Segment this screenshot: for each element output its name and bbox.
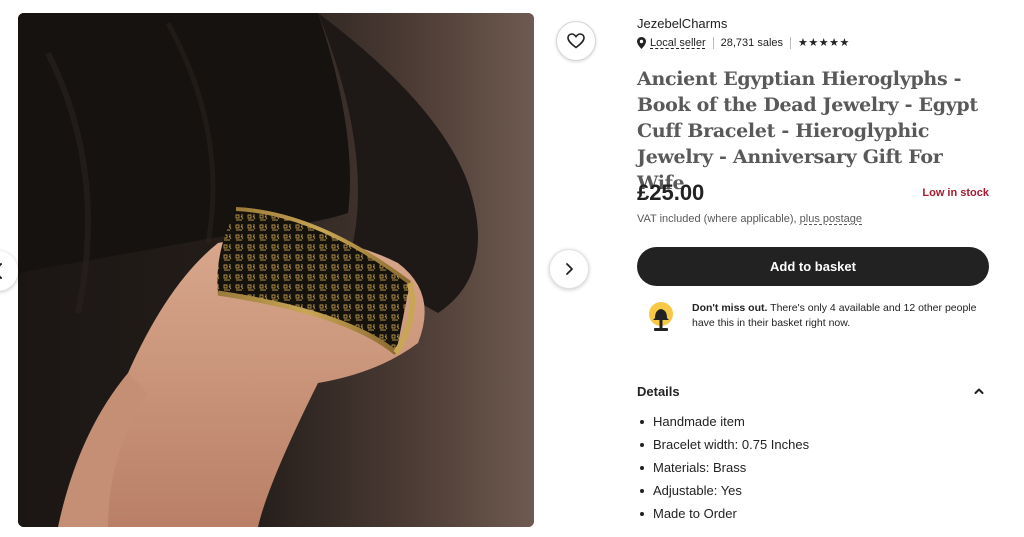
scarcity-alert: Don't miss out. There's only 4 available… (637, 298, 989, 334)
local-seller-link[interactable]: Local seller (650, 37, 706, 49)
list-item: Bracelet width: 0.75 Inches (637, 436, 989, 459)
previous-image-button[interactable] (0, 251, 18, 291)
chevron-left-icon (0, 263, 2, 279)
stock-status-badge: Low in stock (922, 187, 989, 199)
star-rating[interactable]: ★★★★★ (798, 36, 850, 49)
details-heading: Details (637, 383, 680, 399)
listing-title: Ancient Egyptian Hieroglyphs - Book of t… (637, 68, 978, 194)
bullet (640, 443, 644, 447)
shop-name-link[interactable]: JezebelCharms (637, 16, 727, 31)
scarcity-message: Don't miss out. There's only 4 available… (692, 298, 982, 334)
list-item: Materials: Brass (637, 459, 989, 482)
map-pin-icon (637, 36, 646, 49)
chevron-right-icon (566, 263, 573, 275)
detail-text: Bracelet width: 0.75 Inches (653, 437, 810, 452)
favorite-button[interactable] (556, 21, 596, 61)
detail-text: Materials: Brass (653, 460, 747, 475)
postage-link[interactable]: plus postage (800, 213, 862, 225)
vat-note: VAT included (where applicable), plus po… (637, 213, 862, 225)
details-toggle[interactable]: Details (637, 375, 989, 407)
chevron-up-icon (974, 388, 984, 394)
scarcity-bold: Don't miss out. (692, 302, 768, 314)
product-image[interactable] (18, 13, 534, 527)
detail-text: Made to Order (653, 506, 737, 521)
sales-count: 28,731 sales (720, 36, 784, 49)
divider (712, 36, 714, 49)
bullet (640, 489, 644, 493)
seller-meta: Local seller 28,731 sales ★★★★★ (637, 36, 850, 49)
next-image-button[interactable] (549, 249, 589, 289)
list-item: Made to Order (637, 505, 989, 528)
list-item: Adjustable: Yes (637, 482, 989, 505)
bullet (640, 420, 644, 424)
details-list: Handmade item Bracelet width: 0.75 Inche… (637, 413, 989, 528)
detail-text: Adjustable: Yes (653, 483, 742, 498)
add-to-basket-button[interactable]: Add to basket (637, 247, 989, 286)
divider (790, 36, 792, 49)
price: £25.00 (637, 180, 705, 205)
heart-icon (567, 33, 585, 49)
bell-icon (649, 302, 673, 331)
bullet (640, 466, 644, 470)
bracelet-photo (18, 13, 534, 527)
list-item: Handmade item (637, 413, 989, 436)
detail-text: Handmade item (653, 414, 745, 429)
vat-text: VAT included (where applicable), (637, 213, 797, 225)
bullet (640, 512, 644, 516)
